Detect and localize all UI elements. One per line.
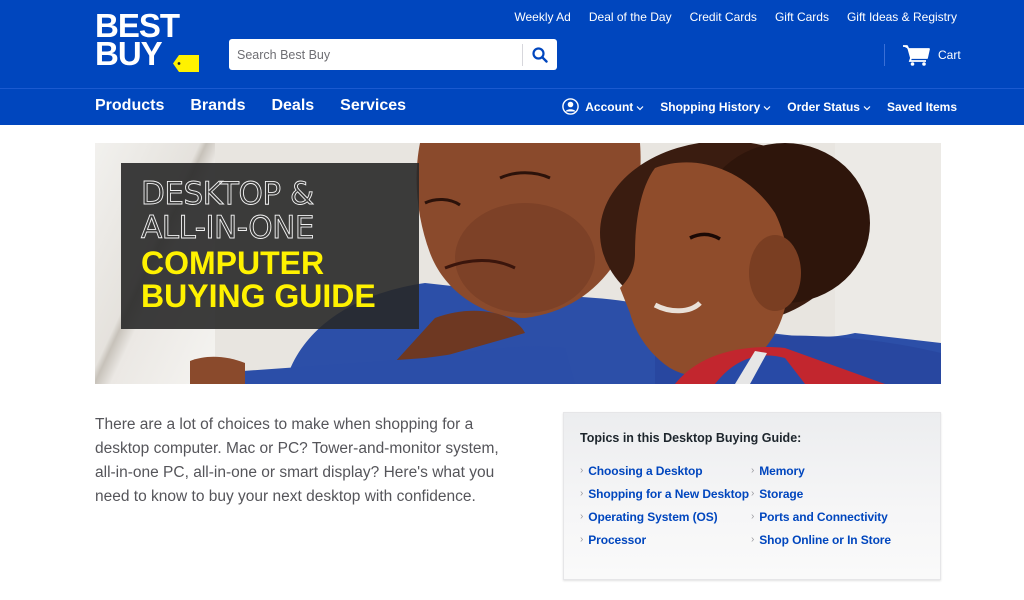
topic-link-memory[interactable]: › Memory	[751, 463, 891, 478]
utility-link-credit-cards[interactable]: Credit Cards	[690, 10, 757, 24]
nav-brands[interactable]: Brands	[190, 97, 245, 115]
utility-link-deal-of-the-day[interactable]: Deal of the Day	[589, 10, 672, 24]
topic-link-shopping-for-a-new-desktop[interactable]: › Shopping for a New Desktop	[580, 486, 749, 501]
search-bar	[229, 39, 557, 70]
hero-title-line-1: DESKTOP &	[141, 176, 315, 212]
chevron-right-icon: ›	[751, 465, 755, 476]
nav-saved-items[interactable]: Saved Items	[887, 100, 957, 114]
cart-button[interactable]: Cart	[902, 44, 961, 66]
chevron-down-icon	[863, 105, 871, 110]
chevron-right-icon: ›	[580, 511, 584, 522]
utility-link-gift-cards[interactable]: Gift Cards	[775, 10, 829, 24]
cart-label: Cart	[938, 48, 961, 62]
topic-link-label: Storage	[759, 486, 804, 501]
nav-shopping-history[interactable]: Shopping History	[660, 100, 771, 114]
utility-nav: Weekly Ad Deal of the Day Credit Cards G…	[514, 10, 957, 24]
price-tag-icon	[173, 55, 199, 72]
topic-link-label: Choosing a Desktop	[588, 463, 703, 478]
topics-title: Topics in this Desktop Buying Guide:	[580, 431, 802, 445]
topic-link-choosing-a-desktop[interactable]: › Choosing a Desktop	[580, 463, 749, 478]
intro-paragraph: There are a lot of choices to make when …	[95, 416, 499, 505]
utility-link-gift-ideas-registry[interactable]: Gift Ideas & Registry	[847, 10, 957, 24]
nav-account-label: Account	[585, 99, 634, 114]
cart-icon	[903, 45, 930, 66]
topic-link-shop-online-or-in-store[interactable]: › Shop Online or In Store	[751, 532, 891, 547]
nav-shopping-history-label: Shopping History	[660, 99, 761, 114]
topics-column-1: › Choosing a Desktop › Shopping for a Ne…	[580, 463, 749, 547]
chevron-right-icon: ›	[580, 534, 584, 545]
utility-link-weekly-ad[interactable]: Weekly Ad	[514, 10, 570, 24]
chevron-down-icon	[636, 105, 644, 110]
topic-link-storage[interactable]: › Storage	[751, 486, 891, 501]
chevron-right-icon: ›	[580, 465, 584, 476]
main-nav: Products Brands Deals Services	[95, 97, 406, 115]
topic-link-operating-system[interactable]: › Operating System (OS)	[580, 509, 749, 524]
best-buy-logo[interactable]: BEST BUY	[95, 9, 205, 74]
chevron-right-icon: ›	[580, 488, 584, 499]
nav-order-status[interactable]: Order Status	[787, 100, 871, 114]
topics-box: Topics in this Desktop Buying Guide: › C…	[563, 412, 941, 580]
search-icon	[532, 46, 548, 63]
nav-account[interactable]: Account	[562, 98, 644, 115]
chevron-right-icon: ›	[751, 488, 755, 499]
topic-link-label: Shopping for a New Desktop	[588, 486, 749, 501]
account-nav: Account Shopping History Order Status Sa…	[562, 98, 957, 115]
nav-products[interactable]: Products	[95, 97, 164, 115]
chevron-down-icon	[763, 105, 771, 110]
user-icon	[562, 98, 580, 115]
topics-column-2: › Memory › Storage › Ports and Connectiv…	[751, 463, 891, 547]
cart-divider	[884, 44, 885, 66]
hero-title-line-3: COMPUTER	[141, 245, 325, 281]
topic-link-ports-and-connectivity[interactable]: › Ports and Connectivity	[751, 509, 891, 524]
nav-order-status-label: Order Status	[787, 99, 860, 114]
search-input[interactable]	[229, 39, 522, 70]
logo-wordmark: BEST BUY	[95, 9, 180, 72]
topic-link-label: Ports and Connectivity	[759, 509, 888, 524]
topic-link-label: Operating System (OS)	[588, 509, 718, 524]
chevron-right-icon: ›	[751, 511, 755, 522]
topic-link-processor[interactable]: › Processor	[580, 532, 749, 547]
nav-services[interactable]: Services	[340, 97, 406, 115]
hero-title-line-4: BUYING GUIDE	[141, 278, 376, 314]
topic-link-label: Processor	[588, 532, 647, 547]
hero-title-line-2: ALL-IN-ONE	[141, 210, 315, 246]
chevron-right-icon: ›	[751, 534, 755, 545]
topic-link-label: Memory	[759, 463, 805, 478]
logo-line-buy: BUY	[95, 35, 163, 72]
global-header: BEST BUY Weekly Ad Deal of the Day Credi…	[0, 0, 1024, 88]
hero-title-box: DESKTOP & ALL-IN-ONE COMPUTER BUYING GUI…	[121, 163, 419, 329]
search-button[interactable]	[523, 39, 557, 70]
nav-deals[interactable]: Deals	[271, 97, 314, 115]
nav-saved-items-label: Saved Items	[886, 99, 957, 114]
hero-banner: DESKTOP & ALL-IN-ONE COMPUTER BUYING GUI…	[95, 143, 941, 384]
topic-link-label: Shop Online or In Store	[759, 532, 891, 547]
